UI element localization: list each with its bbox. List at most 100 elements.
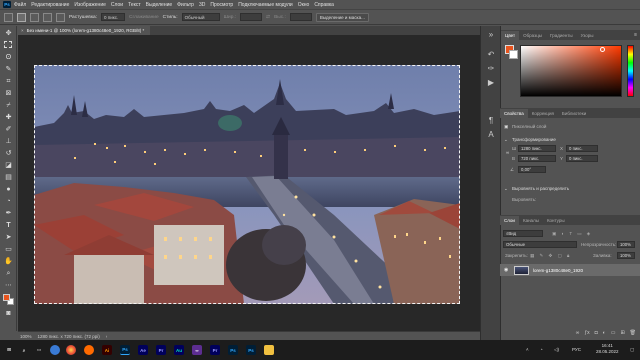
paragraph-icon[interactable]: ¶ [486, 116, 496, 126]
zoom-level[interactable]: 100% [20, 334, 32, 339]
hue-slider[interactable] [627, 45, 634, 97]
chrome-icon[interactable] [66, 345, 76, 355]
eyedropper-icon[interactable]: ⌿ [4, 101, 13, 110]
firefox-icon[interactable] [84, 345, 94, 355]
photoshop-icon-3[interactable]: Ps [246, 345, 256, 355]
layer-filter-select[interactable]: ⌕ Вид [503, 230, 543, 237]
width-input[interactable] [240, 13, 263, 21]
tab-paths[interactable]: Контуры [543, 216, 569, 225]
quick-select-icon[interactable]: ✎ [4, 65, 13, 74]
y-prop-input[interactable]: 0 пикс. [566, 155, 598, 162]
color-background-swatch[interactable] [509, 50, 518, 59]
opacity-input[interactable]: 100% [617, 241, 635, 248]
height-prop-input[interactable]: 720 пикс. [518, 155, 556, 162]
transform-chevron-icon[interactable]: ⌄ [504, 137, 508, 143]
lock-icons[interactable]: ▦ ✎ ✥ ▢ 🔒︎ [530, 253, 571, 259]
stamp-icon[interactable]: ⊥ [4, 137, 13, 146]
gradient-icon[interactable]: ▤ [4, 173, 13, 182]
tab-channels[interactable]: Каналы [519, 216, 543, 225]
clock[interactable]: 16:41 28.05.2022 [596, 343, 619, 355]
menu-3d[interactable]: 3D [199, 2, 205, 8]
photoshop-logo[interactable]: Ps [3, 1, 11, 8]
tab-layers[interactable]: Слои [500, 216, 519, 225]
after-effects-icon[interactable]: Ae [138, 345, 148, 355]
tab-color[interactable]: Цвет [501, 31, 520, 40]
marquee-tool-preset[interactable] [4, 12, 13, 22]
menu-window[interactable]: Окно [298, 2, 310, 8]
menu-filter[interactable]: Фильтр [177, 2, 194, 8]
photo-canvas[interactable] [34, 65, 460, 304]
blur-icon[interactable]: ● [4, 185, 13, 194]
fx-icon[interactable]: ƒx [584, 330, 589, 336]
language-indicator[interactable]: РУС [572, 347, 581, 352]
marquee-icon[interactable] [4, 41, 12, 48]
select-and-mask-button[interactable]: Выделение и маска... [315, 12, 369, 22]
layer-row[interactable]: ◉ lorem-g1380c48e0_1920 [500, 264, 640, 276]
color-panel-menu-icon[interactable]: ≡ [634, 32, 637, 38]
style-select[interactable]: Обычный [181, 13, 220, 21]
brushes-icon[interactable]: ✑ [486, 64, 496, 74]
menu-plugins[interactable]: Подключаемые модули [238, 2, 292, 8]
new-selection-mode[interactable] [17, 12, 26, 22]
audition-icon[interactable]: Au [174, 345, 184, 355]
photoshop-taskbar-icon[interactable]: Ps [120, 345, 130, 355]
move-icon[interactable]: ✥ [4, 29, 13, 38]
feather-input[interactable]: 0 пикс. [101, 13, 126, 21]
tab-swatches[interactable]: Образцы [519, 31, 546, 40]
blend-mode-select[interactable]: Обычные [503, 241, 577, 248]
frame-icon[interactable]: ⊠ [4, 89, 13, 98]
tray-chevron-icon[interactable]: ˄ [526, 347, 529, 352]
file-explorer-icon[interactable] [264, 345, 274, 355]
tab-properties[interactable]: Свойства [500, 109, 528, 118]
tab-adjustments[interactable]: Коррекция [528, 109, 558, 118]
width-prop-input[interactable]: 1280 пикс. [518, 145, 556, 152]
tab-libraries[interactable]: Библиотеки [558, 109, 590, 118]
dodge-icon[interactable]: ◔ [4, 197, 13, 206]
layer-filter-icons[interactable]: ▣ ◐ T ▭ ◈ [552, 231, 592, 237]
shape-icon[interactable]: ▭ [4, 245, 13, 254]
start-icon[interactable]: ⊞ [4, 345, 14, 355]
menu-type[interactable]: Текст [128, 2, 141, 8]
menu-edit[interactable]: Редактирование [31, 2, 69, 8]
canvas-area[interactable] [18, 35, 480, 331]
subtract-selection-mode[interactable] [43, 12, 52, 22]
antialias-checkbox[interactable]: Сглаживание [129, 15, 159, 20]
close-tab-icon[interactable]: × [21, 28, 24, 33]
color-picker-cursor[interactable] [600, 47, 605, 52]
link-layers-icon[interactable]: ∞ [576, 330, 580, 336]
hand-icon[interactable]: ✋ [4, 257, 13, 266]
x-prop-input[interactable]: 0 пикс. [566, 145, 598, 152]
volume-icon[interactable]: ◁) [554, 347, 559, 353]
add-selection-mode[interactable] [30, 12, 39, 22]
tab-patterns[interactable]: Узоры [577, 31, 598, 40]
document-tab[interactable]: × Без имени-1 @ 100% (lorem-g1380c48e0_1… [18, 26, 150, 35]
notifications-icon[interactable]: ▢ [630, 347, 634, 353]
task-view-icon[interactable]: ▭ [34, 345, 44, 355]
menu-help[interactable]: Справка [314, 2, 334, 8]
panel-collapse-icon[interactable]: » [486, 30, 496, 40]
visual-studio-icon[interactable]: ∞ [192, 345, 202, 355]
premiere-icon-2[interactable]: Pr [210, 345, 220, 355]
lasso-icon[interactable]: ʘ [4, 53, 13, 62]
premiere-icon[interactable]: Pr [156, 345, 166, 355]
new-layer-icon[interactable]: ⊞ [620, 330, 624, 336]
swap-icon[interactable]: ⇄ [266, 15, 270, 20]
link-icon[interactable]: ∞ [506, 150, 509, 155]
more-icon[interactable]: ⋯ [4, 281, 13, 290]
quick-mask-icon[interactable]: ◙ [4, 309, 13, 318]
network-icon[interactable]: ◔ [540, 347, 543, 352]
mask-icon[interactable]: ◘ [595, 330, 598, 336]
illustrator-icon[interactable]: Ai [102, 345, 112, 355]
fill-input[interactable]: 100% [617, 252, 635, 259]
layer-name[interactable]: lorem-g1380c48e0_1920 [533, 268, 583, 273]
align-chevron-icon[interactable]: ⌄ [504, 186, 508, 192]
eye-icon[interactable]: ◉ [504, 267, 511, 273]
actions-icon[interactable]: ▶ [486, 78, 496, 88]
adjustment-icon[interactable]: ◐ [603, 330, 606, 336]
history-icon[interactable]: ↶ [486, 50, 496, 60]
type-icon[interactable]: T [4, 221, 13, 230]
angle-input[interactable]: 0,00° [518, 166, 546, 173]
foreground-swatch[interactable] [3, 294, 10, 301]
history-brush-icon[interactable]: ↺ [4, 149, 13, 158]
search-icon[interactable]: ⌕ [19, 345, 29, 355]
